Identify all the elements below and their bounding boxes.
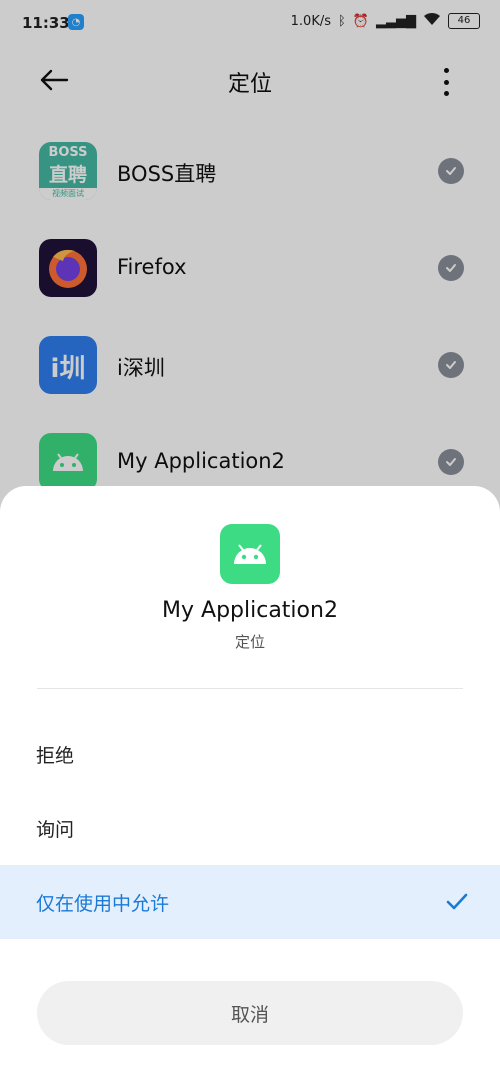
app-permission-screen: 11:33 ◔ 1.0K/s ᛒ ⏰ ▂▃▅▇ 46 定位 BOSS 直聘 视频… <box>0 0 500 1083</box>
option-ask[interactable]: 询问 <box>0 791 500 865</box>
option-label: 仅在使用中允许 <box>36 893 170 915</box>
divider <box>37 688 463 689</box>
permission-bottom-sheet: My Application2 定位 拒绝 询问 仅在使用中允许 取消 <box>0 486 500 1083</box>
cancel-button[interactable]: 取消 <box>37 981 463 1045</box>
sheet-app-icon <box>220 524 280 584</box>
option-allow-while-using[interactable]: 仅在使用中允许 <box>0 865 500 939</box>
sheet-permission-name: 定位 <box>234 633 265 651</box>
checkmark-icon <box>446 893 468 910</box>
option-label: 拒绝 <box>36 745 75 767</box>
option-deny[interactable]: 拒绝 <box>0 717 500 791</box>
option-label: 询问 <box>36 819 75 841</box>
android-robot-icon <box>234 544 266 564</box>
sheet-app-name: My Application2 <box>162 598 338 623</box>
